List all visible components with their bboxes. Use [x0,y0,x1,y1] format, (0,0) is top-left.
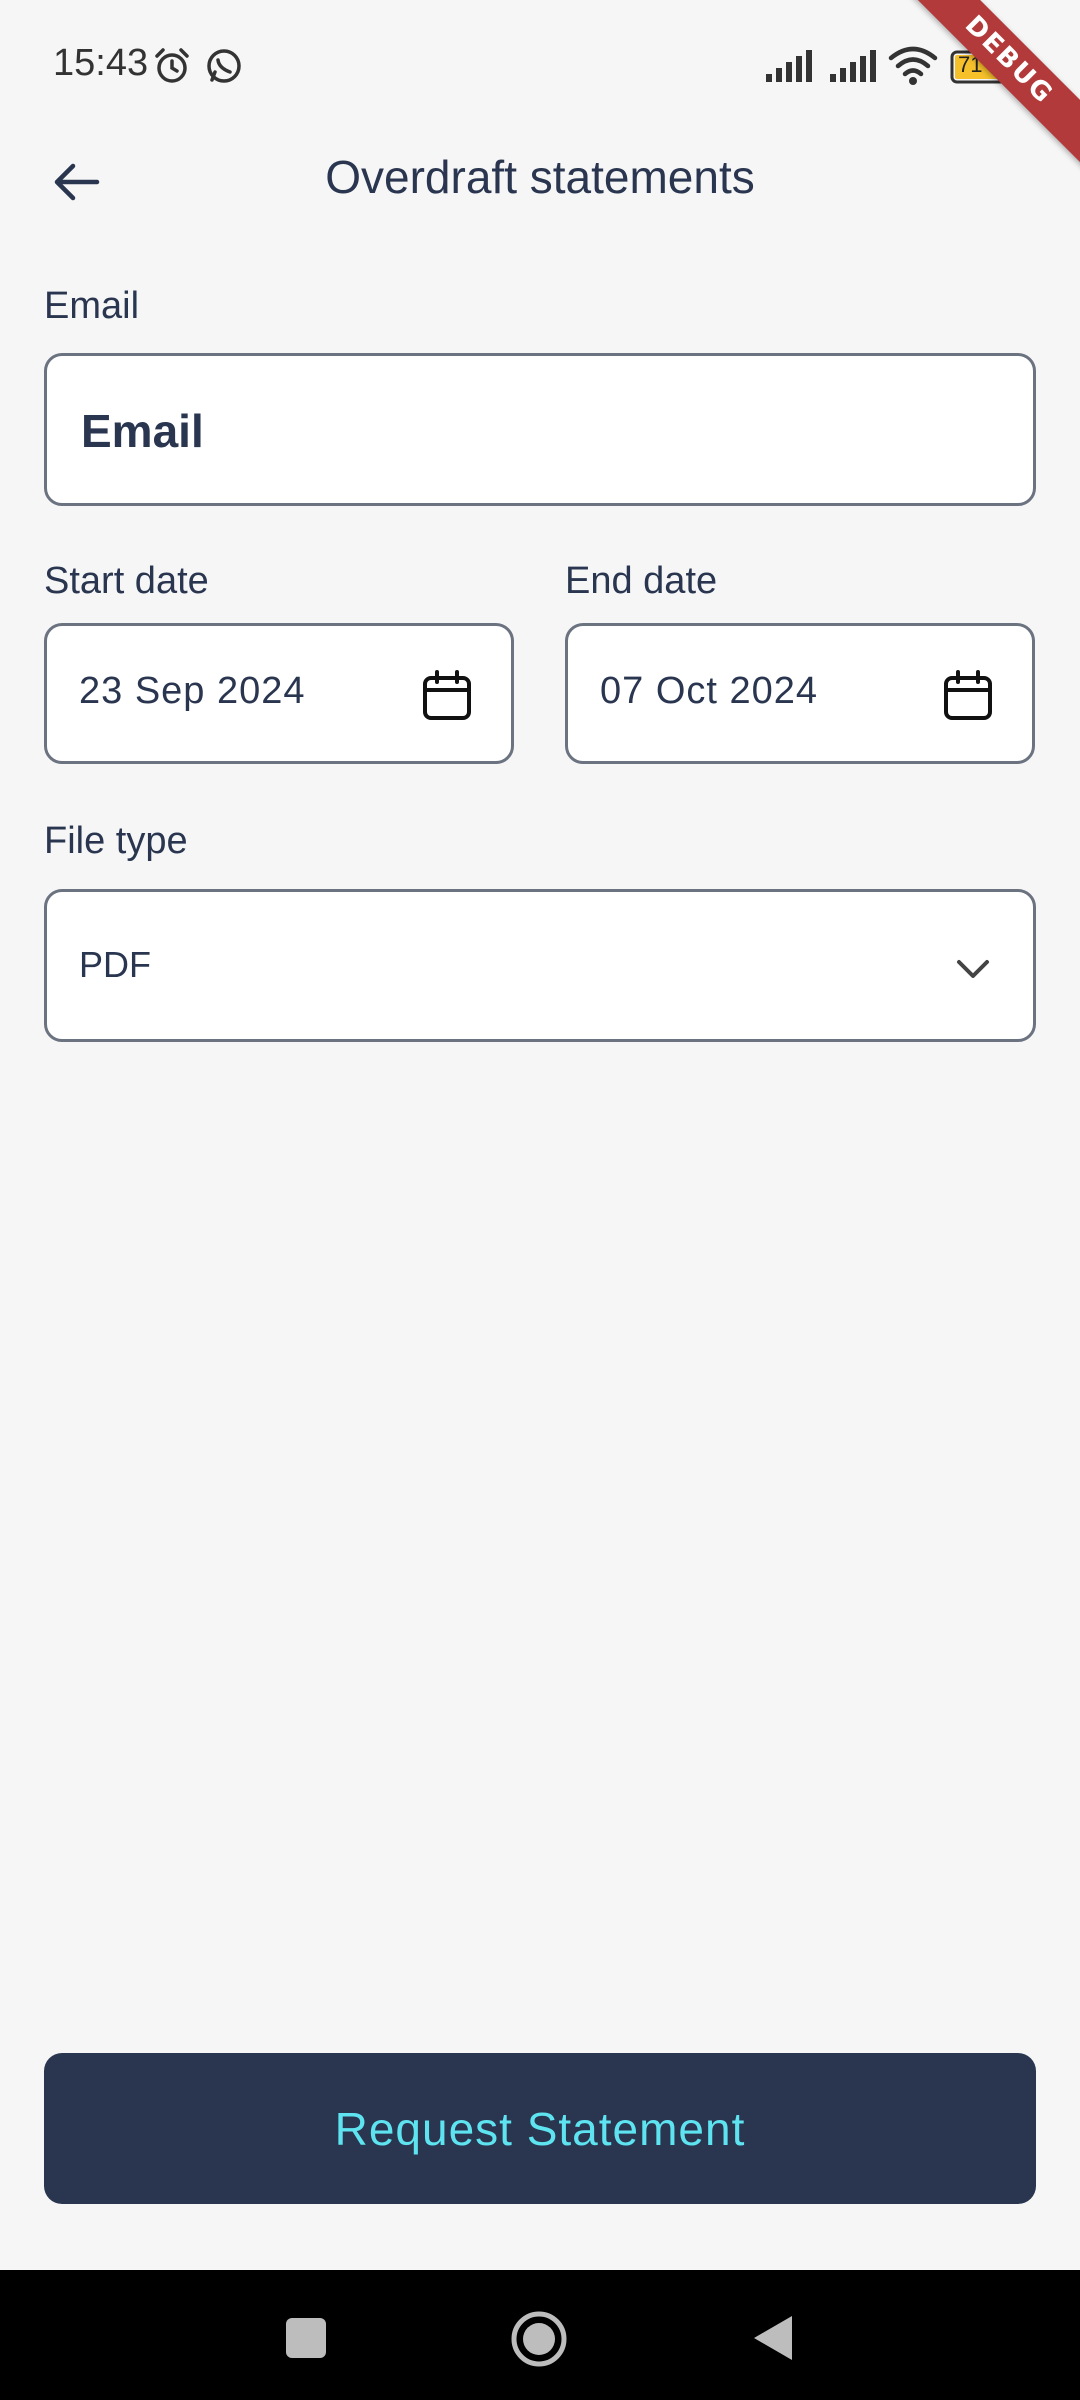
calendar-icon [944,670,992,720]
file-type-label: File type [44,820,188,862]
email-field[interactable] [44,353,1036,506]
end-date-label: End date [565,560,718,602]
status-bar: 15:43 71 DEBUG [0,0,1080,172]
signal-icon [766,50,812,82]
start-date-label: Start date [44,560,209,602]
chevron-down-icon [957,960,989,978]
status-time: 15:43 [53,42,149,84]
request-statement-label: Request Statement [334,2102,746,2155]
end-date-value: 07 Oct 2024 [600,670,819,712]
file-type-select[interactable]: PDF [44,889,1036,1042]
signal-icon [830,50,876,82]
page-title: Overdraft statements [325,151,755,203]
end-date-picker[interactable]: 07 Oct 2024 [565,623,1035,764]
email-input[interactable] [79,356,1003,505]
start-date-picker[interactable]: 23 Sep 2024 [44,623,514,764]
back-icon[interactable] [752,2314,794,2362]
system-nav-bar [0,2270,1080,2400]
recents-icon[interactable] [286,2318,326,2358]
start-date-value: 23 Sep 2024 [79,670,306,712]
app-bar: Overdraft statements [0,130,1080,230]
wifi-icon [888,46,938,85]
calendar-icon [423,670,471,720]
alarm-icon [155,48,189,83]
file-type-value: PDF [79,944,151,985]
whatsapp-icon [207,49,241,83]
email-label: Email [44,285,140,327]
home-icon[interactable] [510,2310,568,2368]
request-statement-button[interactable]: Request Statement [44,2053,1036,2204]
